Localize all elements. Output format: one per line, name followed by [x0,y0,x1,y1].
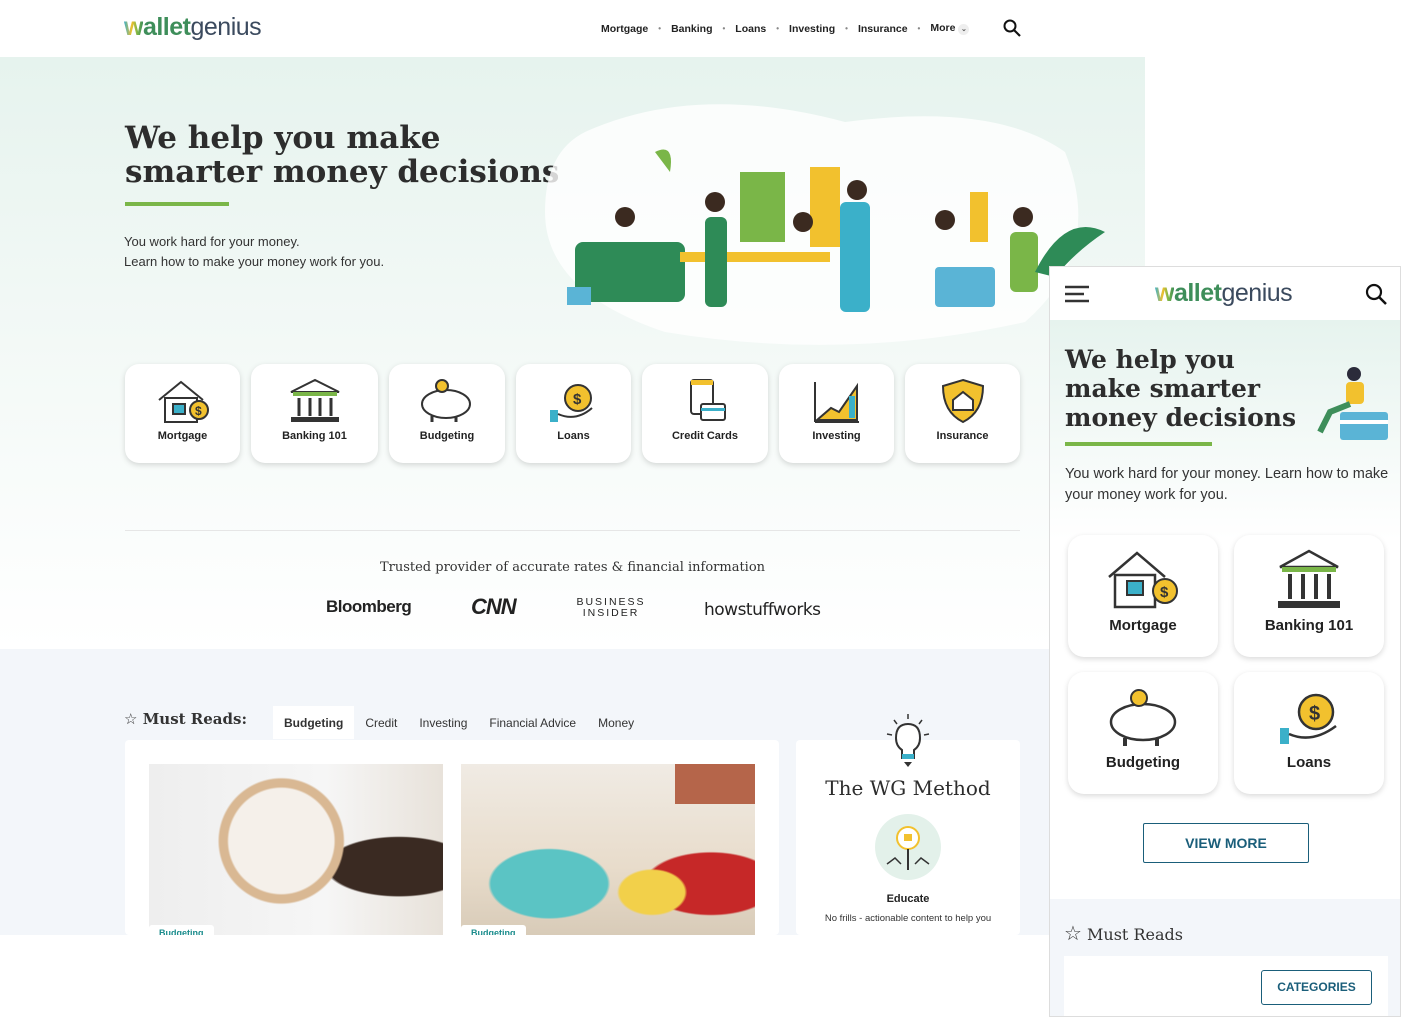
category-banking[interactable]: Banking 101 [251,364,378,463]
mobile-logo[interactable]: walletgenius [1155,279,1293,308]
article-badge: Budgeting [149,925,214,935]
educate-icon [875,814,941,880]
piggy-bank-icon [1109,689,1177,746]
house-dollar-icon: $ [1108,551,1178,609]
nav-investing[interactable]: Investing [789,23,835,35]
category-label: Mortgage [1109,617,1177,634]
svg-text:$: $ [195,404,202,418]
hero-subtitle: You work hard for your money. Learn how t… [124,234,385,269]
view-more-button[interactable]: VIEW MORE [1143,823,1309,863]
logo[interactable]: wwalletalletgenius [124,13,262,42]
mobile-category-loans[interactable]: $ Loans [1234,672,1384,794]
credit-card-icon [690,379,726,421]
category-label: Banking 101 [1264,617,1354,634]
article-badge: Budgeting [461,925,526,935]
tab-money[interactable]: Money [587,706,645,739]
wg-method-desc: No frills - actionable content to help y… [824,913,992,924]
mobile-hero-subtitle: You work hard for your money. Learn how … [1065,466,1389,503]
bank-icon [1278,549,1340,608]
category-label: Credit Cards [671,430,739,442]
tab-budgeting[interactable]: Budgeting [273,706,355,739]
star-icon: ☆ [124,710,138,728]
lightbulb-icon [886,714,930,767]
nav-mortgage[interactable]: Mortgage [601,23,648,35]
category-investing[interactable]: Investing [779,364,894,463]
category-loans[interactable]: $ Loans [516,364,631,463]
main-nav: Mortgage • Banking • Loans • Investing • Ins… [601,22,970,35]
divider [125,530,1020,531]
tab-investing[interactable]: Investing [408,706,478,739]
bloomberg-logo: Bloomberg [326,597,412,616]
bank-icon [290,378,339,422]
category-label: Investing [812,430,861,442]
chart-up-icon [813,382,859,423]
shield-house-icon [941,378,984,424]
category-label: Budgeting [1105,754,1181,771]
must-reads-tabs: Budgeting Credit Investing Financial Adv… [273,706,645,739]
category-budgeting[interactable]: Budgeting [389,364,505,463]
mobile-category-budgeting[interactable]: Budgeting [1068,672,1218,794]
wg-method-step: Educate [886,893,930,905]
title-underline [125,202,229,206]
svg-text:$: $ [1309,703,1320,725]
article-image[interactable]: Budgeting [149,764,443,935]
category-mortgage[interactable]: $ Mortgage [125,364,240,463]
mobile-category-mortgage[interactable]: $ Mortgage [1068,535,1218,657]
chevron-down-icon: ⌄ [958,24,970,35]
search-icon[interactable] [1365,283,1387,305]
tab-credit[interactable]: Credit [354,706,408,739]
categories-button[interactable]: CATEGORIES [1261,970,1372,1005]
hero-title: We help you make smarter money decisions [125,120,560,190]
business-insider-logo: BUSINESS INSIDER [576,596,646,619]
category-label: Mortgage [157,430,208,442]
category-label: Banking 101 [282,430,347,442]
mobile-preview: walletgenius We help you make smarter mo… [1049,266,1401,1017]
articles-card: Budgeting Budgeting [125,740,779,935]
hero-illustration [545,104,1105,345]
mobile-hero-title: We help you make smarter money decisions [1065,345,1297,432]
category-label: Budgeting [419,430,475,442]
mobile-must-reads-heading: ☆ Must Reads [1064,921,1183,945]
search-icon[interactable] [1003,19,1021,37]
piggy-bank-icon [421,379,471,422]
nav-insurance[interactable]: Insurance [858,23,908,35]
nav-more[interactable]: More ⌄ [930,22,970,35]
must-reads-heading: ☆ Must Reads: [124,710,247,728]
star-icon: ☆ [1064,921,1082,945]
title-underline [1065,442,1212,446]
woman-on-card-illustration [1317,367,1388,440]
tab-financial-advice[interactable]: Financial Advice [478,706,587,739]
brick-wall [675,764,755,804]
article-image[interactable]: Budgeting [461,764,755,935]
category-insurance[interactable]: Insurance [905,364,1020,463]
nav-loans[interactable]: Loans [735,23,766,35]
nav-more-label: More [930,22,956,34]
hamburger-menu-icon[interactable] [1064,284,1090,304]
category-label: Loans [557,430,590,442]
category-label: Loans [1286,754,1332,771]
wg-method-card: The WG Method Educate No frills - action… [796,740,1020,935]
cnn-logo: CNN [471,594,517,619]
money-bag-hand-icon: $ [549,384,593,422]
mobile-category-banking[interactable]: Banking 101 [1234,535,1384,657]
wg-method-title: The WG Method [825,776,991,800]
money-bag-hand-icon: $ [1280,693,1337,744]
trusted-title: Trusted provider of accurate rates & fin… [379,560,766,575]
house-dollar-icon: $ [157,380,209,423]
category-credit-cards[interactable]: Credit Cards [642,364,768,463]
category-label: Insurance [936,430,989,442]
nav-banking[interactable]: Banking [671,23,712,35]
howstuffworks-logo: howstuffworks [704,600,821,620]
svg-text:$: $ [573,391,582,408]
svg-text:$: $ [1160,584,1169,601]
